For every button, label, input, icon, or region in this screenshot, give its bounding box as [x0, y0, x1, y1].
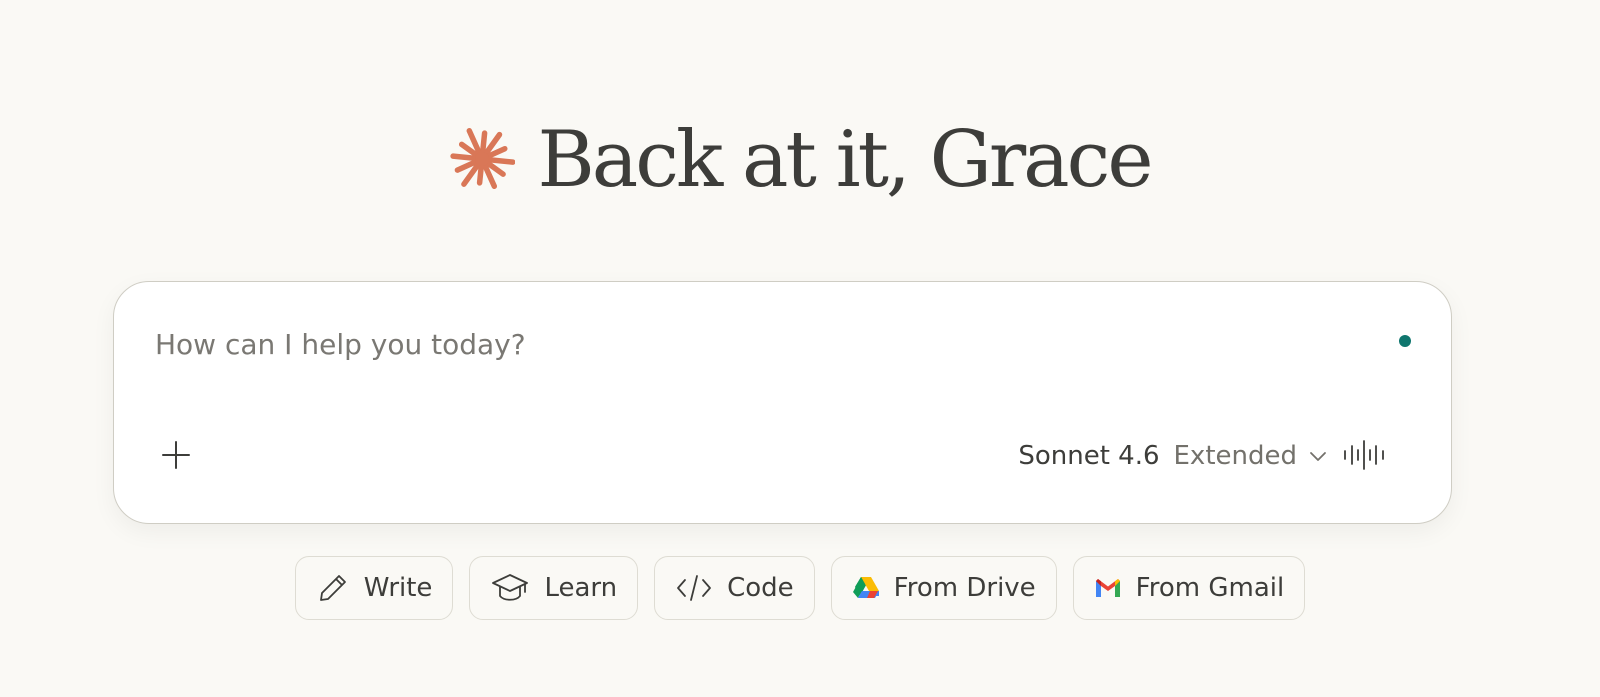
code-button[interactable]: Code [654, 556, 815, 620]
chevron-down-icon [1310, 452, 1326, 461]
chat-composer: Sonnet 4.6 Extended [113, 281, 1452, 524]
pencil-icon [319, 575, 346, 601]
greeting-header: Back at it, Grace [0, 112, 1600, 207]
plus-icon [162, 441, 190, 469]
model-mode: Extended [1173, 441, 1298, 471]
greeting-title: Back at it, Grace [537, 114, 1153, 205]
graduation-cap-icon [492, 574, 529, 601]
learn-label: Learn [544, 573, 618, 603]
from-drive-label: From Drive [893, 573, 1036, 603]
code-label: Code [727, 573, 794, 603]
google-drive-icon [852, 577, 879, 598]
new-chat-page: Back at it, Grace Sonnet 4.6 Extended [0, 0, 1600, 697]
voice-mode-button[interactable] [1340, 429, 1388, 481]
learn-button[interactable]: Learn [469, 556, 639, 620]
from-gmail-label: From Gmail [1135, 573, 1285, 603]
write-label: Write [363, 573, 433, 603]
from-gmail-button[interactable]: From Gmail [1072, 556, 1306, 620]
code-icon [677, 575, 712, 601]
from-drive-button[interactable]: From Drive [830, 556, 1057, 620]
status-dot [1399, 335, 1411, 347]
gmail-icon [1095, 579, 1120, 597]
claude-spark-icon [450, 127, 516, 189]
quick-actions: Write Learn Code From Drive From Gmail [0, 556, 1600, 620]
model-selector[interactable]: Sonnet 4.6 Extended [1018, 432, 1327, 480]
write-button[interactable]: Write [294, 556, 454, 620]
voice-waveform-icon [1344, 440, 1384, 470]
prompt-input[interactable] [155, 324, 1255, 364]
model-name: Sonnet 4.6 [1018, 441, 1160, 471]
add-attachment-button[interactable] [150, 429, 202, 481]
